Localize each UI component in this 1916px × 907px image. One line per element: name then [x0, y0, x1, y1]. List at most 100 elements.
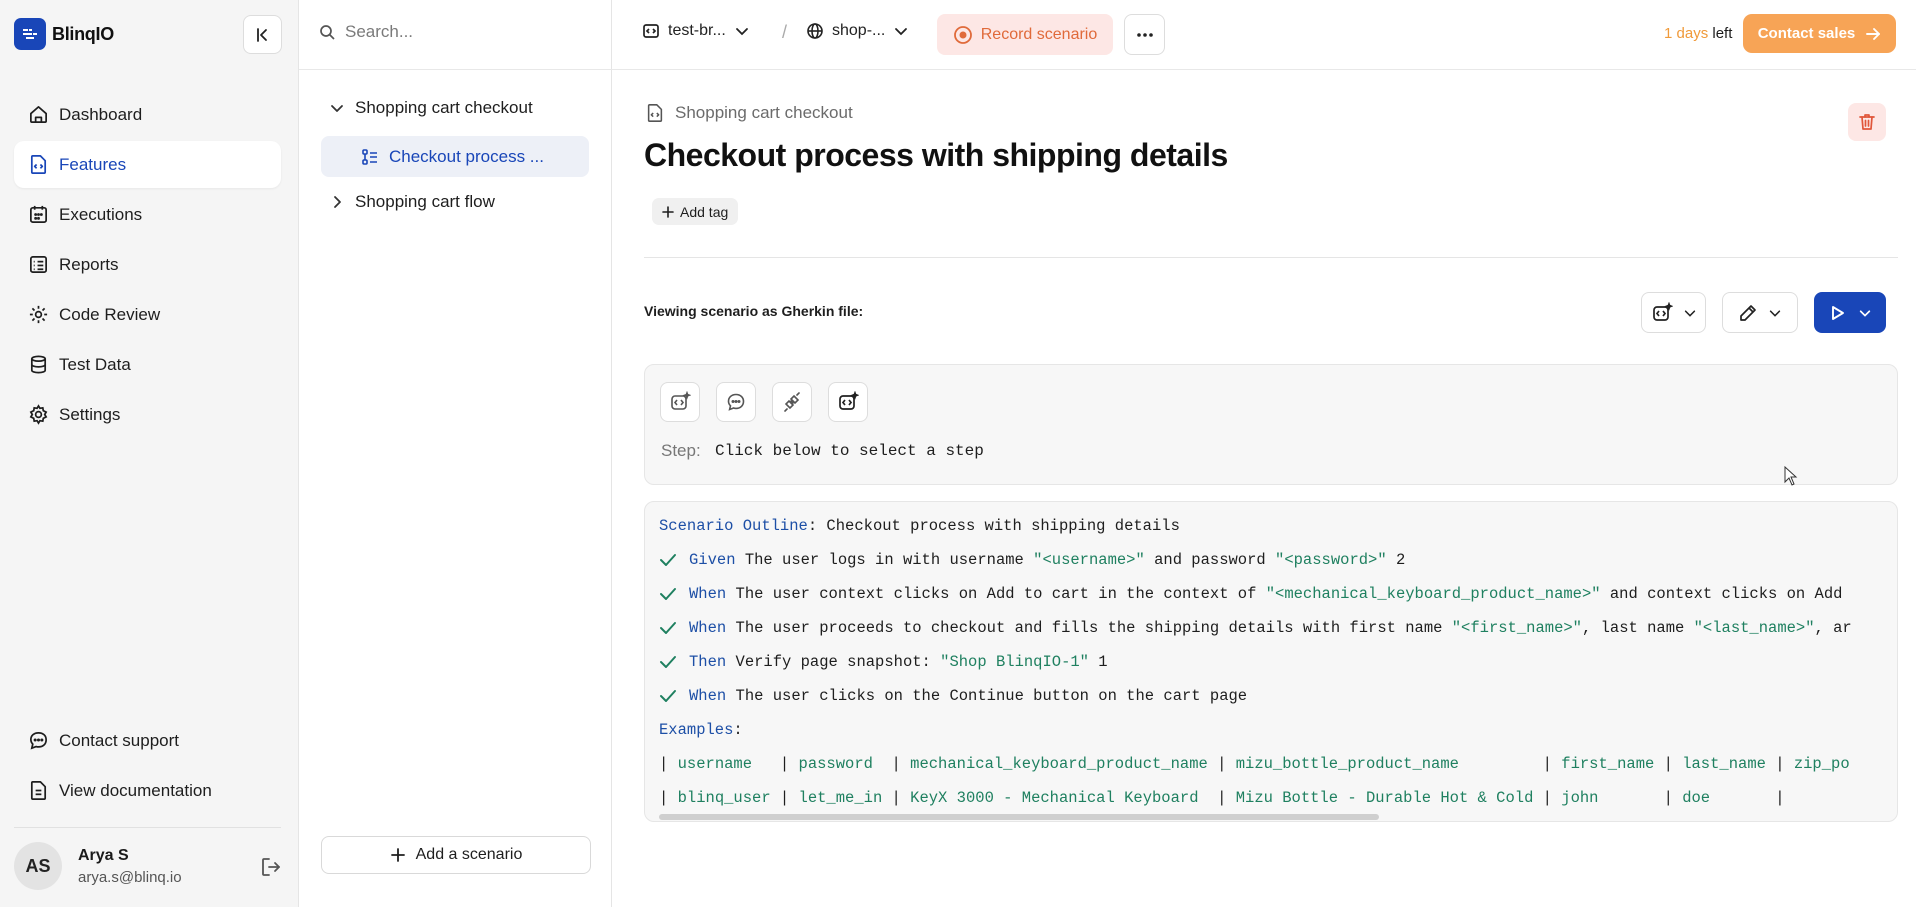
chevron-down-icon [1769, 309, 1781, 317]
user-email: arya.s@blinq.io [78, 868, 182, 886]
record-icon [953, 25, 972, 44]
user-profile[interactable]: AS Arya S arya.s@blinq.io [14, 842, 182, 890]
trial-days: 1 days [1664, 25, 1709, 42]
table-cell: john [1561, 789, 1655, 807]
chevron-right-icon [334, 196, 341, 208]
main-content: test-br... / shop-... Record scenario 1 … [612, 0, 1916, 907]
ai-generate-tool-button[interactable] [660, 382, 700, 422]
step-text: 1 [1088, 653, 1108, 671]
add-scenario-button[interactable]: Add a scenario [321, 836, 591, 874]
step-keyword: Given [689, 551, 736, 569]
feature-tree-panel: Search... Shopping cart checkout Checkou… [299, 0, 612, 907]
connect-tool-button[interactable] [772, 382, 812, 422]
more-horizontal-icon [1136, 32, 1153, 37]
environment-selector[interactable]: shop-... [806, 22, 909, 40]
table-cell: blinq_user [677, 789, 771, 807]
chat-bubble-icon [30, 732, 47, 750]
table-header-cell: last_name [1682, 755, 1766, 773]
collapse-sidebar-button[interactable] [243, 15, 282, 54]
sidebar-divider [14, 827, 281, 828]
trash-icon [1859, 114, 1875, 130]
table-cell: let_me_in [798, 789, 883, 807]
comment-tool-button[interactable] [716, 382, 756, 422]
content-divider [644, 257, 1898, 258]
database-icon [30, 355, 47, 374]
chevron-down-icon [1684, 309, 1695, 317]
trial-suffix: left [1708, 25, 1733, 42]
step-keyword: When [689, 687, 727, 705]
sidebar: BlinqIO Dashboard Features Executions Re… [0, 0, 299, 907]
project-name: test-br... [668, 22, 726, 39]
project-selector[interactable]: test-br... [642, 22, 750, 40]
step-line[interactable]: When The user clicks on the Continue but… [659, 684, 1247, 708]
step-text: The user proceeds to checkout and fills … [726, 619, 1452, 637]
delete-scenario-button[interactable] [1848, 103, 1886, 141]
step-tools-panel: Step: Click below to select a step [644, 364, 1898, 485]
step-line[interactable]: Given The user logs in with username "<u… [659, 548, 1405, 572]
add-tag-button[interactable]: Add tag [652, 198, 739, 225]
brand[interactable]: BlinqIO [14, 18, 114, 50]
step-text: , ar [1814, 619, 1852, 637]
nav-item-settings[interactable]: Settings [14, 391, 281, 438]
nav-item-features[interactable]: Features [14, 141, 281, 188]
nav-item-reports[interactable]: Reports [14, 241, 281, 288]
logout-icon [262, 858, 280, 876]
examples-header-row[interactable]: | username | password | mechanical_keybo… [659, 752, 1850, 776]
search-placeholder: Search... [345, 22, 414, 41]
step-param: "<password>" [1275, 551, 1387, 569]
user-name: Arya S [78, 846, 129, 864]
examples-keyword: Examples [659, 721, 734, 739]
tree-item-checkout-process[interactable]: Checkout process ... [321, 136, 589, 177]
tree-item-label: Shopping cart flow [355, 192, 495, 211]
step-line[interactable]: When The user context clicks on Add to c… [659, 582, 1842, 606]
gherkin-editor[interactable]: Scenario Outline: Checkout process with … [644, 501, 1898, 822]
nav-item-label: Reports [59, 254, 119, 274]
examples-line[interactable]: Examples: [659, 718, 743, 742]
ai-mode-dropdown[interactable] [1641, 292, 1706, 333]
calendar-grid-icon [30, 205, 47, 223]
document-icon [30, 781, 47, 800]
contact-sales-button[interactable]: Contact sales [1743, 14, 1896, 53]
step-keyword: Then [689, 653, 727, 671]
report-list-icon [30, 256, 47, 273]
examples-colon: : [733, 721, 743, 739]
contact-support-link[interactable]: Contact support [14, 717, 281, 764]
nav-item-dashboard[interactable]: Dashboard [14, 91, 281, 138]
table-cell: doe [1682, 789, 1766, 807]
nav-item-label: Test Data [59, 354, 131, 374]
table-header-cell: password [798, 755, 883, 773]
sidebar-footer-links: Contact support View documentation [14, 717, 281, 817]
step-text: The user clicks on the Continue button o… [726, 687, 1248, 705]
search-input[interactable]: Search... [319, 22, 413, 42]
tree-item-shopping-cart-checkout[interactable]: Shopping cart checkout [329, 98, 533, 118]
more-options-button[interactable] [1124, 14, 1165, 55]
chevron-down-icon [735, 28, 748, 36]
comment-icon [727, 393, 745, 411]
examples-data-row[interactable]: | blinq_user | let_me_in | KeyX 3000 - M… [659, 786, 1785, 810]
run-scenario-button[interactable] [1814, 292, 1886, 333]
plus-icon [662, 205, 674, 218]
scenario-outline-line[interactable]: Scenario Outline: Checkout process with … [659, 514, 1180, 538]
horizontal-scrollbar[interactable] [659, 814, 1379, 820]
tree-item-shopping-cart-flow[interactable]: Shopping cart flow [329, 192, 495, 212]
step-line[interactable]: When The user proceeds to checkout and f… [659, 616, 1852, 640]
nav-item-label: Executions [59, 204, 143, 224]
edit-mode-dropdown[interactable] [1722, 292, 1798, 333]
step-param: "Shop BlinqIO-1" [940, 653, 1089, 671]
view-documentation-link[interactable]: View documentation [14, 767, 281, 814]
viewing-label: Viewing scenario as Gherkin file: [644, 303, 864, 319]
nav-item-label: Dashboard [59, 104, 143, 124]
blinqio-logo-icon [14, 18, 46, 50]
logout-button[interactable] [259, 855, 283, 884]
step-param: "<username>" [1033, 551, 1145, 569]
trial-status: 1 days left [1664, 25, 1732, 42]
nav-item-code-review[interactable]: Code Review [14, 291, 281, 338]
nav-item-test-data[interactable]: Test Data [14, 341, 281, 388]
record-scenario-button[interactable]: Record scenario [937, 14, 1113, 55]
ai-sparkle-icon [839, 391, 859, 410]
step-line[interactable]: Then Verify page snapshot: "Shop BlinqIO… [659, 650, 1108, 674]
mouse-cursor-icon [1784, 466, 1798, 486]
ai-fix-tool-button[interactable] [828, 382, 868, 422]
feature-breadcrumb[interactable]: Shopping cart checkout [645, 103, 853, 123]
nav-item-executions[interactable]: Executions [14, 191, 281, 238]
